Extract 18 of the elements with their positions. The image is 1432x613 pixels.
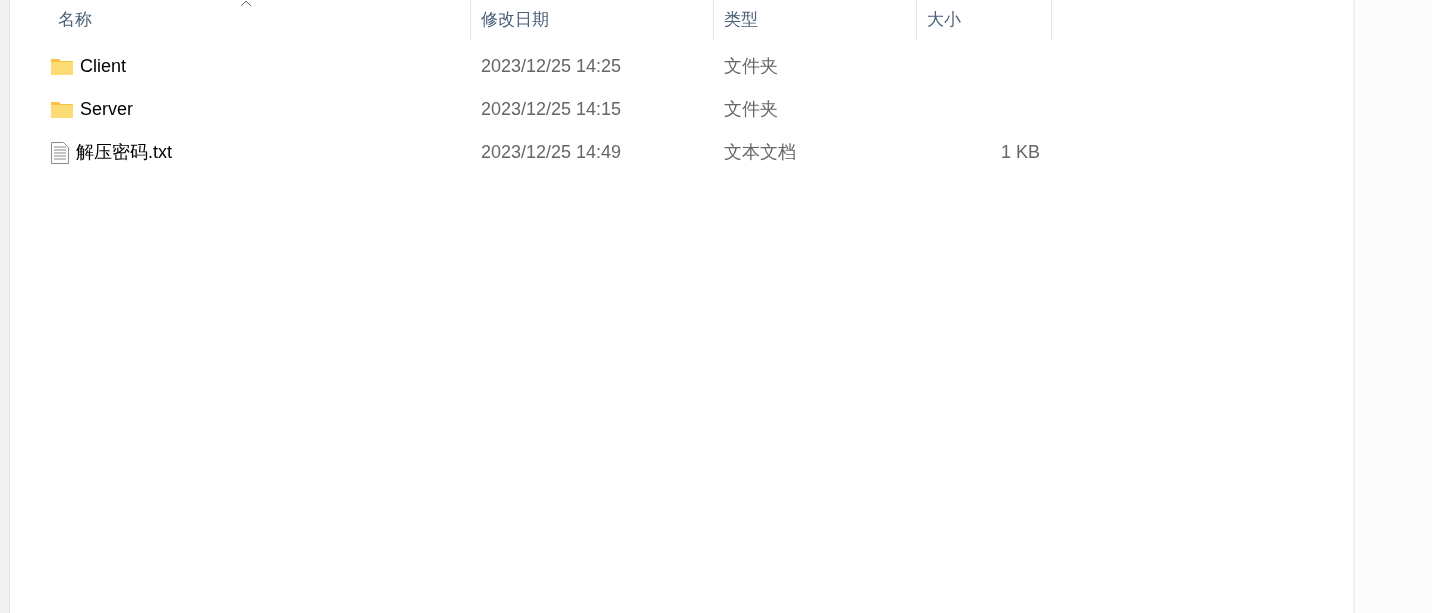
file-type: 文件夹 xyxy=(724,99,778,119)
column-header[interactable]: 名称 xyxy=(10,0,471,40)
file-size: 1 KB xyxy=(1000,142,1040,162)
modified-date: 2023/12/25 14:25 xyxy=(481,56,622,76)
file-name[interactable]: Client xyxy=(80,53,127,80)
file-type: 文本文档 xyxy=(724,142,796,162)
text-file-icon xyxy=(51,141,69,164)
column-header[interactable]: 修改日期 xyxy=(471,0,714,40)
folder-icon xyxy=(51,101,73,118)
folder-icon xyxy=(51,58,73,75)
file-name[interactable]: 解压密码.txt xyxy=(76,139,172,166)
file-type: 文件夹 xyxy=(724,56,778,76)
column-header[interactable]: 大小 xyxy=(917,0,1052,40)
modified-date: 2023/12/25 14:49 xyxy=(481,142,622,162)
modified-date: 2023/12/25 14:15 xyxy=(481,99,622,119)
sort-caret-icon xyxy=(240,0,252,7)
file-name[interactable]: Server xyxy=(80,96,133,123)
column-header[interactable]: 类型 xyxy=(714,0,917,40)
